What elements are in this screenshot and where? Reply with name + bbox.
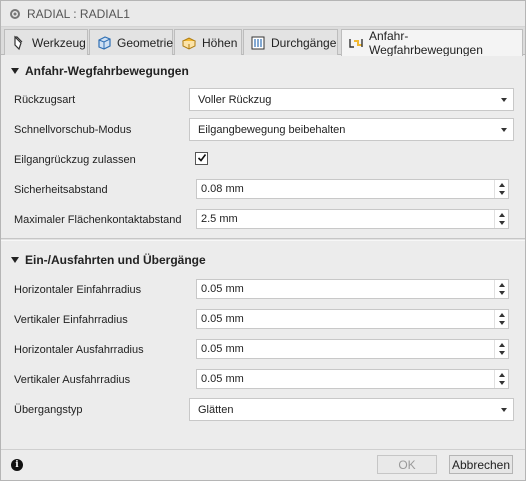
info-icon[interactable]: i xyxy=(11,459,23,471)
gear-icon xyxy=(10,9,20,19)
input-value: 0.05 mm xyxy=(201,373,244,385)
window-title: RADIAL : RADIAL1 xyxy=(27,7,130,21)
safe-distance-label: Sicherheitsabstand xyxy=(14,184,108,196)
tab-label: Werkzeug xyxy=(32,35,86,50)
h-entry-radius-input[interactable]: 0.05 mm xyxy=(196,279,509,299)
select-value: Eilgangbewegung beibehalten xyxy=(198,123,346,136)
input-value: 0.08 mm xyxy=(201,183,244,195)
retract-type-label: Rückzugsart xyxy=(14,94,76,106)
heights-icon xyxy=(181,36,197,50)
h-exit-radius-label: Horizontaler Ausfahrradius xyxy=(14,344,144,356)
input-value: 0.05 mm xyxy=(201,343,244,355)
input-value: 2.5 mm xyxy=(201,213,238,225)
spinner-arrows-icon[interactable] xyxy=(494,340,508,358)
rapid-mode-select[interactable]: Eilgangbewegung beibehalten xyxy=(189,118,514,141)
h-exit-radius-input[interactable]: 0.05 mm xyxy=(196,339,509,359)
section-title: Anfahr-Wegfahrbewegungen xyxy=(25,64,189,78)
spinner-arrows-icon[interactable] xyxy=(494,280,508,298)
retract-type-select[interactable]: Voller Rückzug xyxy=(189,88,514,111)
chevron-down-icon xyxy=(501,98,507,102)
max-contact-distance-label: Maximaler Flächenkontaktabstand xyxy=(14,214,182,226)
transition-type-label: Übergangstyp xyxy=(14,404,83,416)
section-header-leads[interactable]: Ein-/Ausfahrten und Übergänge xyxy=(1,249,525,271)
tab-bar: Werkzeug Geometrie Höhen Durchgänge Anfa… xyxy=(1,27,525,57)
tool-icon xyxy=(14,35,23,50)
v-exit-radius-label: Vertikaler Ausfahrradius xyxy=(14,374,131,386)
v-exit-radius-input[interactable]: 0.05 mm xyxy=(196,369,509,389)
chevron-down-icon xyxy=(501,128,507,132)
input-value: 0.05 mm xyxy=(201,283,244,295)
geometry-icon xyxy=(98,35,111,50)
settings-panel: Anfahr-Wegfahrbewegungen Rückzugsart Vol… xyxy=(1,56,525,449)
title-bar: RADIAL : RADIAL1 xyxy=(1,1,525,27)
tab-label: Durchgänge xyxy=(271,35,337,50)
spinner-arrows-icon[interactable] xyxy=(494,310,508,328)
collapse-triangle-icon xyxy=(11,68,19,74)
select-value: Voller Rückzug xyxy=(198,93,272,106)
section-divider xyxy=(1,238,525,241)
select-value: Glätten xyxy=(198,403,234,416)
chevron-down-icon xyxy=(501,408,507,412)
dialog-window: RADIAL : RADIAL1 Werkzeug Geometrie Höhe… xyxy=(0,0,526,481)
section-header-linking[interactable]: Anfahr-Wegfahrbewegungen xyxy=(1,60,525,82)
spinner-arrows-icon[interactable] xyxy=(494,210,508,228)
checkmark-icon xyxy=(197,154,207,162)
collapse-triangle-icon xyxy=(11,257,19,263)
section-title: Ein-/Ausfahrten und Übergänge xyxy=(25,253,206,267)
input-value: 0.05 mm xyxy=(201,313,244,325)
tab-werkzeug[interactable]: Werkzeug xyxy=(4,29,88,55)
rapid-mode-label: Schnellvorschub-Modus xyxy=(14,124,132,136)
safe-distance-input[interactable]: 0.08 mm xyxy=(196,179,509,199)
allow-rapid-retract-checkbox[interactable] xyxy=(195,152,208,165)
max-contact-distance-input[interactable]: 2.5 mm xyxy=(196,209,509,229)
linking-icon xyxy=(349,39,363,48)
passes-icon xyxy=(251,36,265,49)
allow-rapid-retract-label: Eilgangrückzug zulassen xyxy=(14,154,136,166)
h-entry-radius-label: Horizontaler Einfahrradius xyxy=(14,284,142,296)
tab-geometrie[interactable]: Geometrie xyxy=(89,29,173,55)
tab-hoehen[interactable]: Höhen xyxy=(174,29,242,55)
transition-type-select[interactable]: Glätten xyxy=(189,398,514,421)
v-entry-radius-input[interactable]: 0.05 mm xyxy=(196,309,509,329)
tab-label: Anfahr-Wegfahrbewegungen xyxy=(369,29,483,57)
tab-anfahr-wegfahrbewegungen[interactable]: Anfahr-Wegfahrbewegungen xyxy=(341,29,523,57)
ok-button[interactable]: OK xyxy=(377,455,437,474)
v-entry-radius-label: Vertikaler Einfahrradius xyxy=(14,314,128,326)
tab-durchgaenge[interactable]: Durchgänge xyxy=(243,29,338,55)
spinner-arrows-icon[interactable] xyxy=(494,180,508,198)
cancel-button[interactable]: Abbrechen xyxy=(449,455,513,474)
tab-label: Geometrie xyxy=(117,35,174,50)
spinner-arrows-icon[interactable] xyxy=(494,370,508,388)
tab-label: Höhen xyxy=(202,35,238,50)
dialog-footer: i OK Abbrechen xyxy=(1,449,525,480)
